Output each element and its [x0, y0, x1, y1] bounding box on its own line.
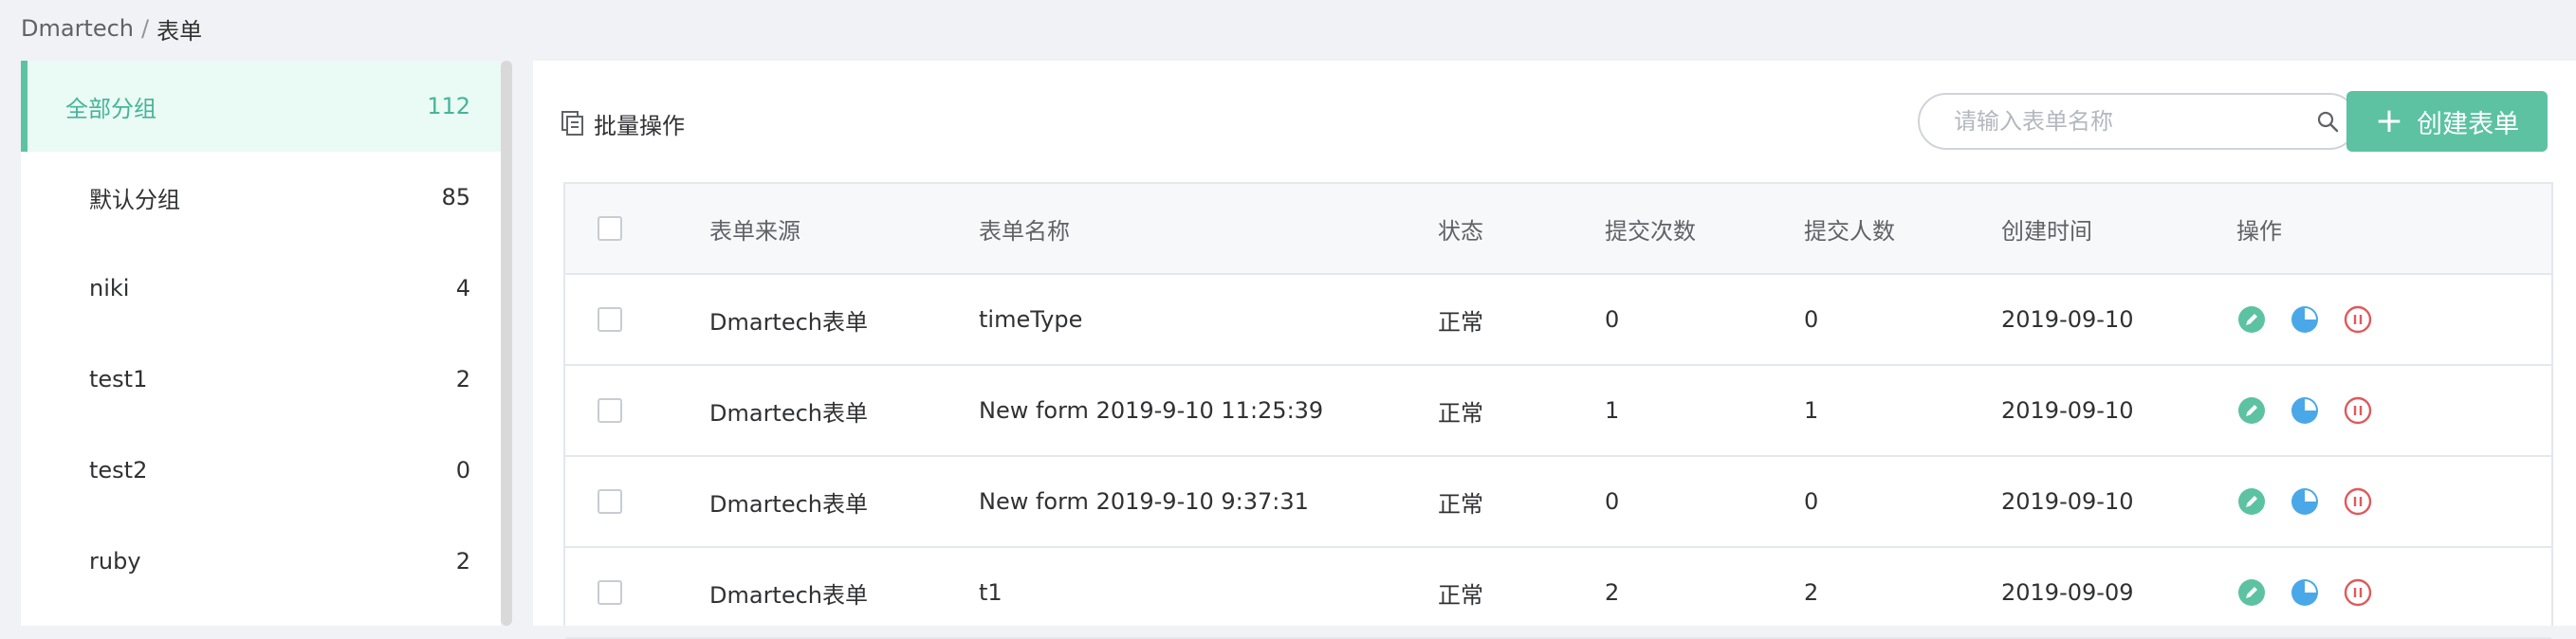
cell-submissions: 0: [1605, 488, 1620, 515]
cell-status: 正常: [1438, 490, 1483, 518]
table-row: Dmartech表单 timeType 正常 0 0 2019-09-10: [565, 275, 2551, 366]
chart-pie-icon[interactable]: [2290, 577, 2320, 608]
header-name: 表单名称: [979, 217, 1070, 245]
row-checkbox[interactable]: [598, 489, 622, 514]
cell-name: t1: [979, 579, 1003, 606]
search-icon[interactable]: [2316, 110, 2339, 133]
row-actions: [2236, 577, 2373, 608]
cell-status: 正常: [1438, 399, 1483, 427]
cell-created: 2019-09-10: [2001, 488, 2134, 515]
sidebar-item-test1[interactable]: test1 2: [21, 334, 501, 425]
sidebar-item-label: 默认分组: [89, 186, 180, 213]
header-source: 表单来源: [709, 217, 800, 245]
row-actions: [2236, 486, 2373, 517]
header-created: 创建时间: [2001, 217, 2092, 245]
table-row: Dmartech表单 New form 2019-9-10 9:37:31 正常…: [565, 457, 2551, 548]
create-form-label: 创建表单: [2417, 109, 2520, 139]
header-submissions: 提交次数: [1605, 217, 1696, 245]
sidebar-item-test2[interactable]: test2 0: [21, 425, 501, 516]
sidebar-item-label: test1: [89, 366, 148, 393]
sidebar-item-default[interactable]: 默认分组 85: [21, 152, 501, 243]
cell-source: Dmartech表单: [709, 490, 869, 518]
forms-table: 表单来源 表单名称 状态 提交次数 提交人数 创建时间 操作 Dmartech表…: [563, 182, 2553, 639]
sidebar-item-label: ruby: [89, 548, 141, 575]
cell-created: 2019-09-10: [2001, 306, 2134, 333]
chart-pie-icon[interactable]: [2290, 395, 2320, 426]
select-all-checkbox[interactable]: [598, 216, 622, 241]
cell-created: 2019-09-09: [2001, 579, 2134, 606]
sidebar-item-count: 112: [427, 93, 470, 119]
breadcrumb-root[interactable]: Dmartech: [21, 15, 134, 42]
cell-name: New form 2019-9-10 9:37:31: [979, 488, 1309, 515]
cell-source: Dmartech表单: [709, 581, 869, 609]
cell-status: 正常: [1438, 581, 1483, 609]
pause-icon[interactable]: [2343, 577, 2373, 608]
search-box: [1918, 93, 2358, 150]
cell-created: 2019-09-10: [2001, 397, 2134, 424]
cell-submitters: 0: [1804, 488, 1819, 515]
cell-submissions: 0: [1605, 306, 1620, 333]
sidebar-item-count: 2: [455, 548, 470, 575]
breadcrumb-separator: /: [141, 15, 150, 42]
row-checkbox[interactable]: [598, 307, 622, 332]
table-header-row: 表单来源 表单名称 状态 提交次数 提交人数 创建时间 操作: [565, 184, 2551, 275]
cell-submitters: 0: [1804, 306, 1819, 333]
sidebar-item-niki[interactable]: niki 4: [21, 243, 501, 334]
header-submitters: 提交人数: [1804, 217, 1895, 245]
cell-name: New form 2019-9-10 11:25:39: [979, 397, 1324, 424]
pause-icon[interactable]: [2343, 304, 2373, 335]
sidebar-item-label: niki: [89, 275, 130, 301]
sidebar-item-count: 85: [441, 184, 470, 210]
batch-operation-label: 批量操作: [594, 112, 685, 139]
sidebar-item-ruby[interactable]: ruby 2: [21, 516, 501, 607]
table-row: Dmartech表单 New form 2019-9-10 11:25:39 正…: [565, 366, 2551, 457]
cell-submitters: 1: [1804, 397, 1819, 424]
sidebar-item-label: 全部分组: [65, 95, 156, 122]
search-input[interactable]: [1952, 107, 2316, 136]
copy-icon: [561, 111, 583, 136]
row-checkbox[interactable]: [598, 398, 622, 423]
create-form-button[interactable]: + 创建表单: [2346, 91, 2548, 152]
sidebar-item-label: test2: [89, 457, 148, 484]
edit-icon[interactable]: [2236, 486, 2267, 517]
header-status: 状态: [1438, 217, 1483, 245]
sidebar-item-count: 4: [455, 275, 470, 301]
sidebar-item-count: 2: [455, 366, 470, 393]
row-actions: [2236, 395, 2373, 426]
chart-pie-icon[interactable]: [2290, 486, 2320, 517]
pause-icon[interactable]: [2343, 486, 2373, 517]
cell-submissions: 2: [1605, 579, 1620, 606]
sidebar-item-all[interactable]: 全部分组 112: [21, 61, 501, 152]
edit-icon[interactable]: [2236, 577, 2267, 608]
cell-source: Dmartech表单: [709, 399, 869, 427]
cell-submitters: 2: [1804, 579, 1819, 606]
row-actions: [2236, 304, 2373, 335]
edit-icon[interactable]: [2236, 395, 2267, 426]
pause-icon[interactable]: [2343, 395, 2373, 426]
sidebar-item-count: 0: [455, 457, 470, 484]
breadcrumb-current: 表单: [156, 17, 203, 45]
cell-status: 正常: [1438, 308, 1483, 336]
cell-submissions: 1: [1605, 397, 1620, 424]
row-checkbox[interactable]: [598, 580, 622, 605]
edit-icon[interactable]: [2236, 304, 2267, 335]
cell-source: Dmartech表单: [709, 308, 869, 336]
batch-operation-button[interactable]: 批量操作: [561, 106, 685, 140]
header-actions: 操作: [2236, 217, 2282, 245]
chart-pie-icon[interactable]: [2290, 304, 2320, 335]
cell-name: timeType: [979, 306, 1083, 333]
sidebar-scrollbar[interactable]: [501, 61, 512, 626]
main-panel: 批量操作 + 创建表单 表单来源 表单名称 状态 提交次数 提交人数 创建时间 …: [533, 61, 2576, 639]
breadcrumb: Dmartech / 表单: [21, 9, 202, 47]
group-sidebar: 全部分组 112 默认分组 85 niki 4 test1 2 test2 0 …: [21, 61, 501, 626]
plus-icon: +: [2374, 101, 2404, 140]
